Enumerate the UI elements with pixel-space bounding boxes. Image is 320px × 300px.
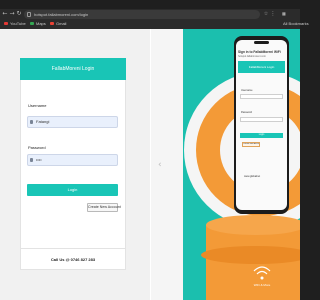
star-icon[interactable]: ☆ [263,11,269,17]
phone-notch [254,41,269,44]
maps-icon [30,22,34,26]
lock-icon [27,12,31,17]
menu-icon[interactable]: ⋮ [270,11,276,17]
login-button[interactable]: Login [27,184,118,196]
carousel-prev-icon[interactable]: ‹ [158,160,162,170]
lock-field-icon [30,158,33,162]
phone-username-field [240,94,283,99]
phone-password-field [240,117,283,122]
username-input[interactable]: Fatangi [27,116,118,128]
bookmark-gmail[interactable]: Gmail [50,20,66,28]
phone-password-label: Password [241,111,252,114]
contact-footer: Call Us @ 0746 827 283 [20,248,126,270]
user-icon [30,120,33,124]
back-icon[interactable]: ← [2,10,8,18]
extensions-icon[interactable]: ▦ [282,10,302,18]
address-bar[interactable]: hotspot.fallabmoreni.com/login [24,10,260,19]
all-bookmarks-button[interactable]: All Bookmarks [283,20,309,28]
address-url: hotspot.fallabmoreni.com/login [34,12,89,17]
create-account-button[interactable]: Create New Account [87,203,121,212]
reload-icon[interactable]: ↻ [16,10,22,18]
phone-footer: www.globalnet [244,175,261,178]
phone-subtitle: hotspot.fallabmoreni.com [238,55,266,58]
phone-username-label: Username [241,89,253,92]
phone-title: Sign in to FallabMoreni WiFi [238,50,281,54]
username-label: Username [28,103,47,108]
gmail-icon [50,22,54,26]
phone-login-button: Login [240,133,283,138]
password-label: Password [28,145,46,150]
forward-icon[interactable]: → [9,10,15,18]
phone-create-button: Create New Account [242,142,260,147]
wifi-badge-label: WiFi & More [254,283,271,287]
bookmark-youtube[interactable]: YouTube [4,20,26,28]
bookmark-maps[interactable]: Maps [30,20,46,28]
tab-strip [0,0,300,9]
phone-login-header: FallabMoreni Login [238,61,285,73]
password-input[interactable]: •••• [27,154,118,166]
login-title: FallabMoreni Login [20,58,126,80]
youtube-icon [4,22,8,26]
